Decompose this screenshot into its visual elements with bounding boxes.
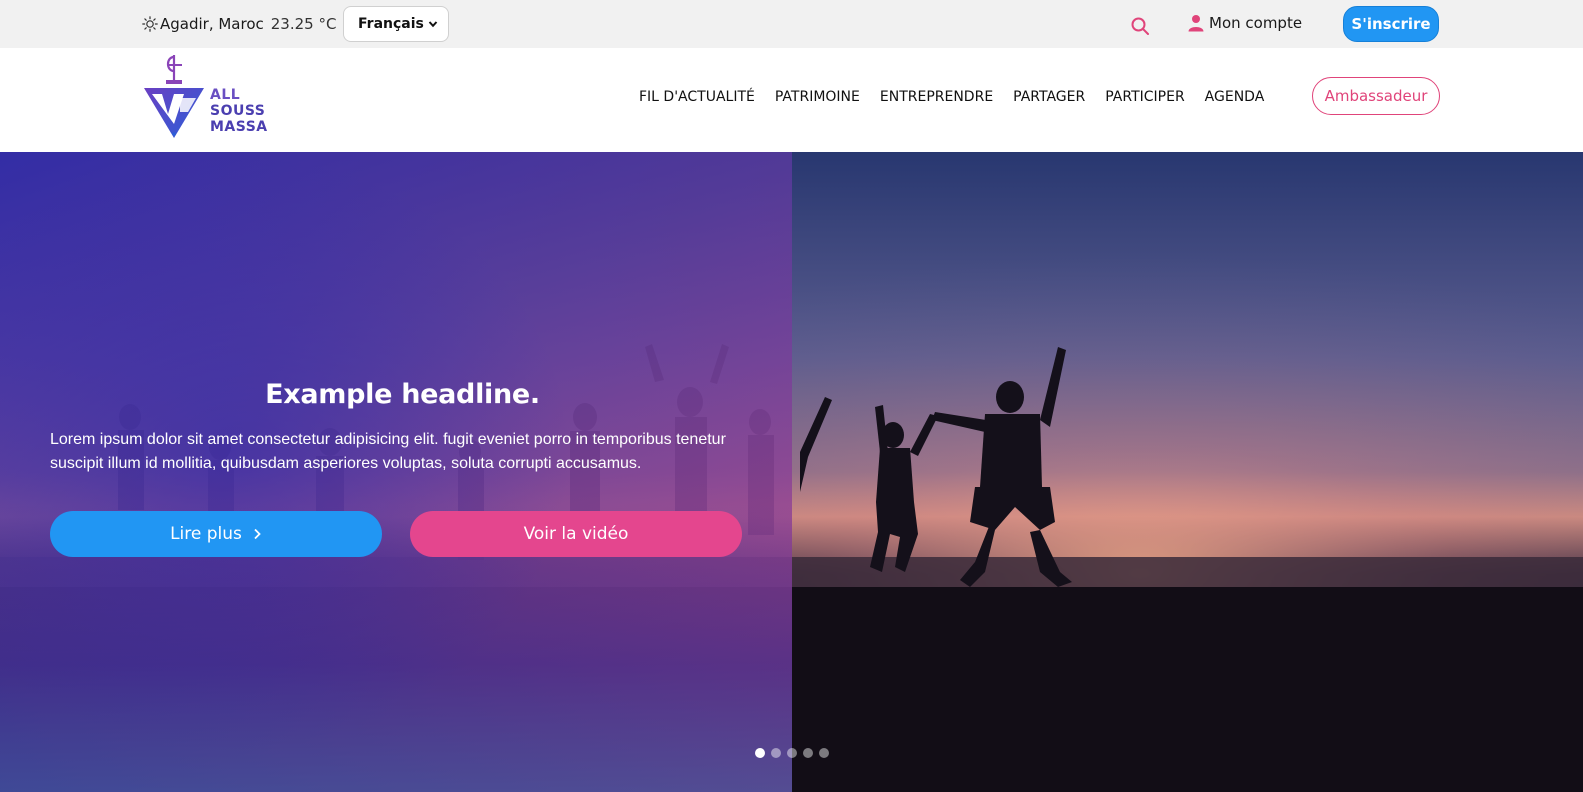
search-icon[interactable] xyxy=(1130,16,1150,36)
chevron-down-icon xyxy=(428,21,438,28)
read-more-label: Lire plus xyxy=(170,524,242,544)
nav-item-news-feed[interactable]: FIL D'ACTUALITÉ xyxy=(639,89,755,105)
nav-item-share[interactable]: PARTAGER xyxy=(1013,89,1085,105)
weather-widget: Agadir, Maroc 23.25 °C xyxy=(142,15,336,33)
hero-content: Example headline. Lorem ipsum dolor sit … xyxy=(50,379,755,557)
weather-location: Agadir, Maroc xyxy=(160,15,264,33)
sun-icon xyxy=(142,16,158,32)
logo-line: SOUSS xyxy=(210,103,266,119)
slider-dot[interactable] xyxy=(755,748,765,758)
watch-video-label: Voir la vidéo xyxy=(523,524,629,544)
language-select-value: Français xyxy=(358,16,424,32)
hero-description: Lorem ipsum dolor sit amet consectetur a… xyxy=(50,431,726,472)
language-select[interactable]: Français xyxy=(343,6,449,42)
slider-dot[interactable] xyxy=(803,748,813,758)
signup-button[interactable]: S'inscrire xyxy=(1343,6,1439,42)
ambassador-button[interactable]: Ambassadeur xyxy=(1312,77,1440,115)
logo-line: MASSA xyxy=(210,119,268,135)
top-utility-bar: Agadir, Maroc 23.25 °C Français Mon comp… xyxy=(0,0,1583,48)
user-icon xyxy=(1188,15,1204,32)
read-more-button[interactable]: Lire plus xyxy=(50,511,382,557)
nav-item-entrepreneurship[interactable]: ENTREPRENDRE xyxy=(880,89,993,105)
slider-dot[interactable] xyxy=(771,748,781,758)
main-header: ALL SOUSS MASSA FIL D'ACTUALITÉ PATRIMOI… xyxy=(0,48,1583,152)
site-logo[interactable]: ALL SOUSS MASSA xyxy=(144,54,279,138)
hero-buttons: Lire plus Voir la vidéo xyxy=(50,511,755,557)
logo-wordmark: ALL SOUSS MASSA xyxy=(210,87,268,135)
nav-item-participate[interactable]: PARTICIPER xyxy=(1105,89,1184,105)
watch-video-button[interactable]: Voir la vidéo xyxy=(410,511,742,557)
account-label: Mon compte xyxy=(1209,14,1303,32)
slider-dot[interactable] xyxy=(819,748,829,758)
slider-pagination xyxy=(755,748,829,758)
nav-item-agenda[interactable]: AGENDA xyxy=(1205,89,1265,105)
nav-item-heritage[interactable]: PATRIMOINE xyxy=(775,89,860,105)
slider-dot[interactable] xyxy=(787,748,797,758)
account-link[interactable]: Mon compte xyxy=(1187,14,1302,32)
chevron-right-icon xyxy=(254,528,261,540)
logo-line: ALL xyxy=(210,87,241,103)
hero-slider: Example headline. Lorem ipsum dolor sit … xyxy=(0,152,1583,792)
main-nav: FIL D'ACTUALITÉ PATRIMOINE ENTREPRENDRE … xyxy=(639,89,1264,105)
weather-temperature: 23.25 °C xyxy=(270,15,337,33)
hero-title: Example headline. xyxy=(265,379,540,410)
